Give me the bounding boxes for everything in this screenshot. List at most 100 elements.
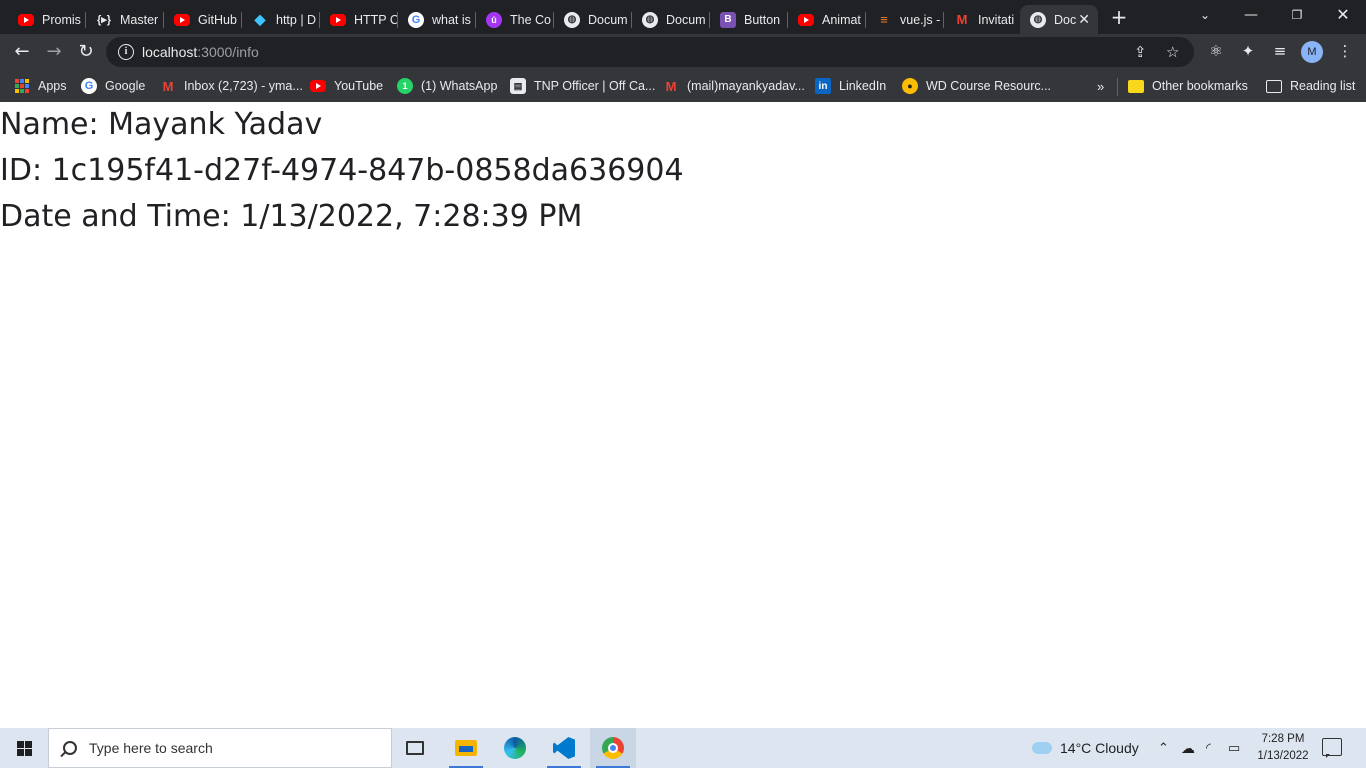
taskbar-search-box[interactable]: Type here to search — [48, 728, 392, 768]
weather-text: 14°C Cloudy — [1060, 740, 1139, 756]
reading-list[interactable]: Reading list — [1266, 76, 1355, 96]
system-clock[interactable]: 7:28 PM 1/13/2022 — [1248, 731, 1318, 765]
reload-icon[interactable]: ↻ — [72, 38, 100, 66]
bookmark-inbox[interactable]: M Inbox (2,723) - yma... — [160, 76, 303, 96]
google-icon: G — [408, 11, 424, 28]
globe-icon: ◍ — [564, 11, 580, 28]
other-bookmarks[interactable]: Other bookmarks — [1128, 76, 1248, 96]
bookmark-label: TNP Officer | Off Ca... — [534, 79, 656, 93]
tab-label: what is — [432, 12, 471, 27]
apps-grid-icon — [14, 79, 30, 93]
wd-icon: ● — [902, 78, 918, 94]
bookmark-youtube[interactable]: YouTube — [310, 76, 383, 96]
close-window-icon[interactable]: ✕ — [1320, 0, 1366, 30]
task-view-icon — [406, 741, 424, 755]
tab-docum-2[interactable]: ◍ Docum — [632, 5, 710, 34]
bookmark-apps[interactable]: Apps — [14, 76, 67, 96]
bookmark-label: Inbox (2,723) - yma... — [184, 79, 303, 93]
vscode-button[interactable] — [541, 728, 587, 768]
url-text[interactable]: localhost:3000/info — [142, 44, 259, 60]
tab-master[interactable]: {▸} Master — [86, 5, 164, 34]
tab-animat[interactable]: Animat — [788, 5, 866, 34]
start-button[interactable] — [0, 728, 48, 768]
bookmark-mail[interactable]: M (mail)mayankyadav... — [663, 76, 805, 96]
bookmarks-separator — [1117, 78, 1118, 96]
new-tab-button[interactable]: + — [1106, 6, 1132, 30]
reading-list-label: Reading list — [1290, 79, 1356, 93]
address-bar[interactable]: i localhost:3000/info ⇪ ☆ — [106, 37, 1194, 67]
bookmark-whatsapp[interactable]: 1 (1) WhatsApp — [397, 76, 497, 96]
tab-http-dart[interactable]: ◆ http | D — [242, 5, 320, 34]
tab-vuejs[interactable]: ≡ vue.js - — [866, 5, 944, 34]
tab-the-co[interactable]: û The Co — [476, 5, 554, 34]
url-host: localhost — [142, 44, 198, 60]
search-placeholder: Type here to search — [89, 740, 213, 756]
gmail-icon: M — [665, 78, 677, 94]
back-arrow-icon[interactable]: ← — [8, 38, 36, 66]
tab-search-chevron-icon[interactable]: ⌄ — [1182, 0, 1228, 30]
bookmark-label: YouTube — [334, 79, 384, 93]
menu-kebab-icon[interactable]: ⋮ — [1335, 42, 1355, 60]
battery-icon[interactable]: ▭ — [1228, 728, 1240, 768]
bookmark-wd-course[interactable]: ● WD Course Resourc... — [902, 76, 1051, 96]
profile-avatar[interactable]: M — [1301, 41, 1323, 63]
react-devtools-icon[interactable]: ⚛ — [1206, 42, 1226, 60]
edge-button[interactable] — [492, 728, 538, 768]
bookmark-label: Google — [105, 79, 146, 93]
bookmark-google[interactable]: G Google — [81, 76, 145, 96]
page-content: Name: Mayank Yadav ID: 1c195f41-d27f-497… — [0, 102, 1366, 728]
tab-invitation[interactable]: M Invitati — [944, 5, 1020, 34]
url-path: :3000/info — [197, 44, 259, 60]
tab-button[interactable]: B Button — [710, 5, 788, 34]
close-tab-icon[interactable]: ✕ — [1078, 12, 1090, 28]
bookmarks-bar: Apps G Google M Inbox (2,723) - yma... Y… — [0, 70, 1366, 102]
media-queue-icon[interactable]: ≡ — [1270, 42, 1290, 60]
share-icon[interactable]: ⇪ — [1134, 43, 1147, 61]
globe-icon: ◍ — [642, 11, 658, 28]
youtube-icon — [798, 13, 814, 26]
bookmark-label: LinkedIn — [839, 79, 887, 93]
minimize-icon[interactable]: — — [1228, 0, 1274, 30]
vscode-icon — [553, 737, 575, 759]
bookmark-tnp-officer[interactable]: ▤ TNP Officer | Off Ca... — [510, 76, 655, 96]
site-info-icon[interactable]: i — [118, 44, 134, 60]
tab-label: Promis — [42, 12, 81, 27]
restore-icon[interactable]: ❐ — [1274, 0, 1320, 30]
bookmark-linkedin[interactable]: in LinkedIn — [815, 76, 886, 96]
bookmark-label: (1) WhatsApp — [421, 79, 498, 93]
youtube-icon — [310, 80, 326, 92]
task-view-button[interactable] — [392, 728, 438, 768]
file-explorer-icon — [455, 740, 477, 756]
onedrive-cloud-icon[interactable]: ☁ — [1181, 728, 1195, 768]
notification-icon[interactable] — [1322, 738, 1342, 758]
chrome-button[interactable] — [590, 728, 636, 768]
tab-what-is[interactable]: G what is — [398, 5, 476, 34]
linkedin-icon: in — [815, 78, 831, 94]
tab-label: Docum — [666, 12, 706, 27]
folder-icon — [1128, 79, 1144, 93]
browser-toolbar: ← → ↻ i localhost:3000/info ⇪ ☆ ⚛ ✦ ≡ M … — [0, 34, 1366, 70]
extensions-puzzle-icon[interactable]: ✦ — [1238, 42, 1258, 60]
tab-docum-1[interactable]: ◍ Docum — [554, 5, 632, 34]
tab-strip: Promis {▸} Master GitHub ◆ http | D HTTP… — [0, 0, 1366, 34]
show-hidden-icons-chevron[interactable]: ⌃ — [1158, 728, 1169, 768]
tab-label: Invitati — [978, 12, 1015, 27]
tab-http-c[interactable]: HTTP C — [320, 5, 398, 34]
reading-list-icon — [1266, 79, 1282, 93]
tab-active-document[interactable]: ◍ Doc ✕ — [1020, 5, 1098, 34]
file-explorer-button[interactable] — [443, 728, 489, 768]
windows-logo-icon — [16, 740, 32, 756]
bookmark-label: (mail)mayankyadav... — [687, 79, 805, 93]
udemy-icon: û — [486, 11, 502, 28]
bookmark-label: WD Course Resourc... — [926, 79, 1052, 93]
bookmarks-overflow-chevron[interactable]: » — [1097, 76, 1104, 96]
forward-arrow-icon[interactable]: → — [40, 38, 68, 66]
tab-label: vue.js - — [900, 12, 941, 27]
tab-label: http | D — [276, 12, 317, 27]
wifi-icon[interactable]: ◜ — [1206, 728, 1211, 768]
weather-widget[interactable]: 14°C Cloudy — [1032, 728, 1139, 768]
bookmark-star-icon[interactable]: ☆ — [1166, 43, 1179, 61]
tab-promise[interactable]: Promis — [8, 5, 86, 34]
google-icon: G — [81, 78, 97, 94]
tab-github[interactable]: GitHub — [164, 5, 242, 34]
